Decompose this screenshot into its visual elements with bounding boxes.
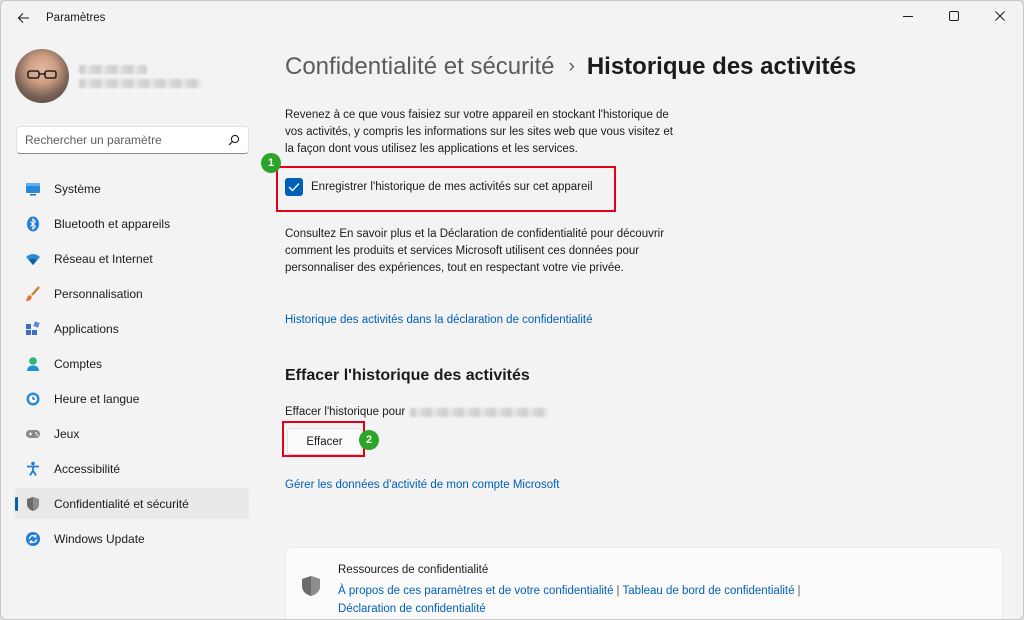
- sidebar-item-jeux[interactable]: Jeux: [15, 418, 249, 449]
- minimize-icon: [903, 16, 913, 17]
- avatar: [15, 49, 69, 103]
- maximize-button[interactable]: [931, 1, 977, 31]
- sidebar-item-heure[interactable]: Heure et langue: [15, 383, 249, 414]
- settings-window: Paramètres Rechercher un paramètre Systè…: [0, 0, 1024, 620]
- privacy-statement-link[interactable]: Historique des activités dans la déclara…: [285, 314, 593, 326]
- arrow-left-icon: [17, 13, 29, 23]
- breadcrumb-separator: ›: [568, 56, 575, 77]
- shield-icon: [302, 576, 320, 596]
- sidebar-item-systeme[interactable]: Système: [15, 173, 249, 204]
- about-settings-link[interactable]: À propos de ces paramètres et de votre c…: [338, 585, 614, 597]
- breadcrumb-parent[interactable]: Confidentialité et sécurité: [285, 53, 554, 81]
- sidebar-item-comptes[interactable]: Comptes: [15, 348, 249, 379]
- monitor-icon: [25, 181, 41, 197]
- resources-title: Ressources de confidentialité: [338, 564, 489, 576]
- user-profile[interactable]: [15, 49, 201, 103]
- close-button[interactable]: [977, 1, 1023, 31]
- close-icon: [995, 11, 1005, 21]
- sidebar-item-label: Bluetooth et appareils: [54, 216, 171, 231]
- sidebar-item-label: Accessibilité: [54, 461, 121, 476]
- title-bar: Paramètres: [1, 1, 1023, 35]
- shield-icon: [25, 496, 41, 512]
- page-description: Revenez à ce que vous faisiez sur votre …: [285, 109, 673, 155]
- sidebar-item-label: Heure et langue: [54, 391, 140, 406]
- privacy-declaration-link[interactable]: Déclaration de confidentialité: [338, 603, 486, 615]
- back-button[interactable]: [12, 7, 34, 29]
- blurred-account-email: [410, 407, 549, 417]
- blurred-user-name: [79, 64, 201, 88]
- sidebar-item-label: Windows Update: [54, 531, 145, 546]
- privacy-dashboard-link[interactable]: Tableau de bord de confidentialité: [623, 585, 795, 597]
- window-controls: [885, 1, 1023, 31]
- page-title: Historique des activités: [586, 53, 857, 80]
- wifi-icon: [25, 251, 41, 267]
- clear-for-label: Effacer l'historique pour: [285, 406, 406, 418]
- manage-activity-data-link[interactable]: Gérer les données d'activité de mon comp…: [285, 479, 560, 491]
- search-icon[interactable]: [228, 134, 240, 146]
- sidebar-item-confidentialite[interactable]: Confidentialité et sécurité: [15, 488, 249, 519]
- sidebar-item-label: Personnalisation: [54, 286, 143, 301]
- sidebar-item-label: Système: [54, 181, 101, 196]
- accessibility-icon: [25, 461, 41, 477]
- blurred-name-line: [79, 64, 147, 74]
- sidebar-item-label: Comptes: [54, 356, 103, 371]
- main-content: Confidentialité et sécurité › Historique…: [261, 35, 1023, 619]
- clear-button[interactable]: Effacer: [287, 428, 362, 455]
- sidebar-item-reseau[interactable]: Réseau et Internet: [15, 243, 249, 274]
- link-separator: |: [797, 585, 801, 597]
- breadcrumb: Confidentialité et sécurité › Historique…: [285, 53, 856, 81]
- person-icon: [25, 356, 41, 372]
- update-icon: [25, 531, 41, 547]
- search-box[interactable]: [16, 126, 249, 154]
- sidebar-item-label: Confidentialité et sécurité: [54, 496, 189, 511]
- sidebar-item-label: Réseau et Internet: [54, 251, 153, 266]
- annotation-badge-1: 1: [261, 153, 281, 173]
- glasses-icon: [27, 70, 57, 79]
- minimize-button[interactable]: [885, 1, 931, 31]
- activity-history-checkbox[interactable]: [285, 178, 303, 196]
- activity-history-checkbox-row[interactable]: Enregistrer l'historique de mes activité…: [285, 178, 593, 196]
- sidebar-item-bluetooth[interactable]: Bluetooth et appareils: [15, 208, 249, 239]
- sidebar-item-accessibilite[interactable]: Accessibilité: [15, 453, 249, 484]
- privacy-description: Consultez En savoir plus et la Déclarati…: [285, 228, 665, 274]
- checkbox-label: Enregistrer l'historique de mes activité…: [311, 181, 593, 193]
- clear-history-heading: Effacer l'historique des activités: [285, 367, 530, 384]
- resources-links: À propos de ces paramètres et de votre c…: [338, 582, 858, 618]
- globe-clock-icon: [25, 391, 41, 407]
- sidebar: Système Bluetooth et appareils Réseau et…: [1, 35, 263, 619]
- maximize-icon: [949, 11, 959, 21]
- brush-icon: [25, 285, 41, 302]
- sidebar-item-applications[interactable]: Applications: [15, 313, 249, 344]
- clear-history-for: Effacer l'historique pour: [285, 406, 549, 418]
- gamepad-icon: [25, 426, 41, 442]
- link-separator: |: [616, 585, 620, 597]
- annotation-badge-2: 2: [359, 430, 379, 450]
- bluetooth-icon: [25, 216, 41, 232]
- app-title: Paramètres: [46, 12, 106, 24]
- checkmark-icon: [288, 183, 300, 192]
- sidebar-item-label: Jeux: [54, 426, 80, 441]
- search-input[interactable]: [25, 133, 228, 147]
- sidebar-item-personnalisation[interactable]: Personnalisation: [15, 278, 249, 309]
- privacy-resources-card: Ressources de confidentialité À propos d…: [285, 547, 1003, 619]
- sidebar-item-label: Applications: [54, 321, 119, 336]
- nav-list: Système Bluetooth et appareils Réseau et…: [15, 173, 249, 558]
- blurred-email-line: [79, 78, 201, 88]
- apps-icon: [25, 320, 41, 337]
- sidebar-item-windows-update[interactable]: Windows Update: [15, 523, 249, 554]
